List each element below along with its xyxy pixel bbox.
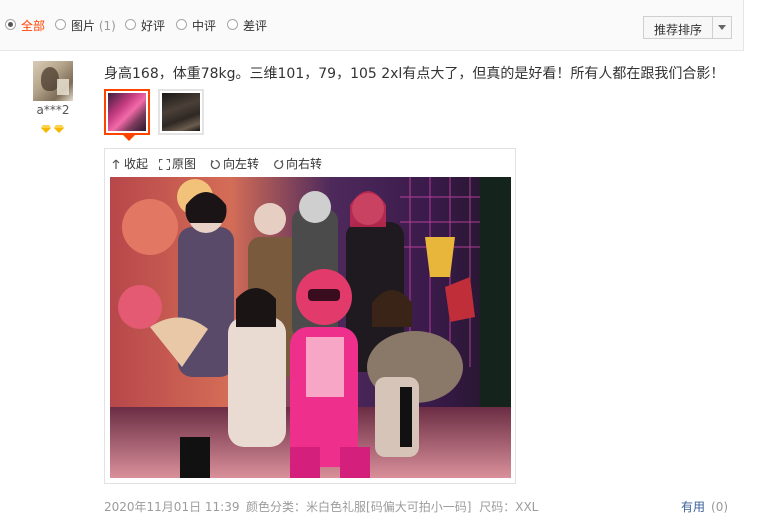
review-thumbnail[interactable] <box>104 89 150 135</box>
collapse-label: 收起 <box>124 157 149 171</box>
rotate-left-label: 向左转 <box>223 157 260 171</box>
useful-button[interactable]: 有用 (0) <box>681 498 728 515</box>
original-image-label: 原图 <box>172 157 197 171</box>
sort-dropdown[interactable]: 推荐排序 <box>643 16 732 39</box>
filter-label: 差评 <box>243 19 268 33</box>
useful-count: (0) <box>711 500 729 514</box>
collapse-icon <box>112 159 120 169</box>
rotate-right-label: 向右转 <box>286 157 323 171</box>
sku-size-label: 尺码： <box>479 500 516 514</box>
filter-label: 图片 <box>71 19 96 33</box>
thumbnail-image <box>108 93 146 131</box>
review-filter-bar: 全部 图片 (1) 好评 中评 差评 推荐排序 <box>0 0 744 51</box>
image-viewer: 收起 原图 向左转 向右转 <box>104 148 516 484</box>
sku-size-value: XXL <box>515 500 539 514</box>
fullscreen-icon <box>159 159 170 170</box>
radio-icon[interactable] <box>227 19 238 30</box>
review-date: 2020年11月01日 11:39 <box>104 500 240 514</box>
review-photo-illustration <box>110 177 511 478</box>
reviewer-level-badge <box>41 125 67 134</box>
radio-icon[interactable] <box>55 19 66 30</box>
filter-label-group: 图片 (1) <box>71 18 116 34</box>
rotate-right-icon <box>274 159 284 170</box>
filter-count: (1) <box>98 19 116 33</box>
rotate-left-icon <box>210 159 220 170</box>
chevron-down-icon <box>718 25 726 30</box>
sku-color-value: 米白色礼服[码偏大可拍小一码] <box>306 500 472 514</box>
sort-label: 推荐排序 <box>654 23 703 37</box>
review-thumbnail[interactable] <box>158 89 204 135</box>
sku-color-label: 颜色分类： <box>246 500 307 514</box>
review-text: 身高168，体重78kg。三维101，79，105 2xl有点大了，但真的是好看… <box>104 66 725 82</box>
selected-thumbnail-pointer <box>123 135 135 141</box>
sort-toggle[interactable] <box>712 17 732 38</box>
diamond-icon <box>41 125 51 133</box>
radio-icon[interactable] <box>176 19 187 30</box>
filter-label: 中评 <box>192 19 217 33</box>
radio-icon[interactable] <box>125 19 136 30</box>
review-photo <box>110 177 511 478</box>
thumbnail-image <box>162 93 200 131</box>
filter-label: 好评 <box>141 19 166 33</box>
avatar <box>33 61 73 101</box>
radio-icon[interactable] <box>5 19 16 30</box>
sku-info: 颜色分类：米白色礼服[码偏大可拍小一码] 尺码：XXL <box>246 498 538 515</box>
reviewer-name: a***2 <box>36 103 70 117</box>
useful-label: 有用 <box>681 500 706 514</box>
diamond-icon <box>54 125 64 133</box>
filter-label: 全部 <box>21 19 46 33</box>
